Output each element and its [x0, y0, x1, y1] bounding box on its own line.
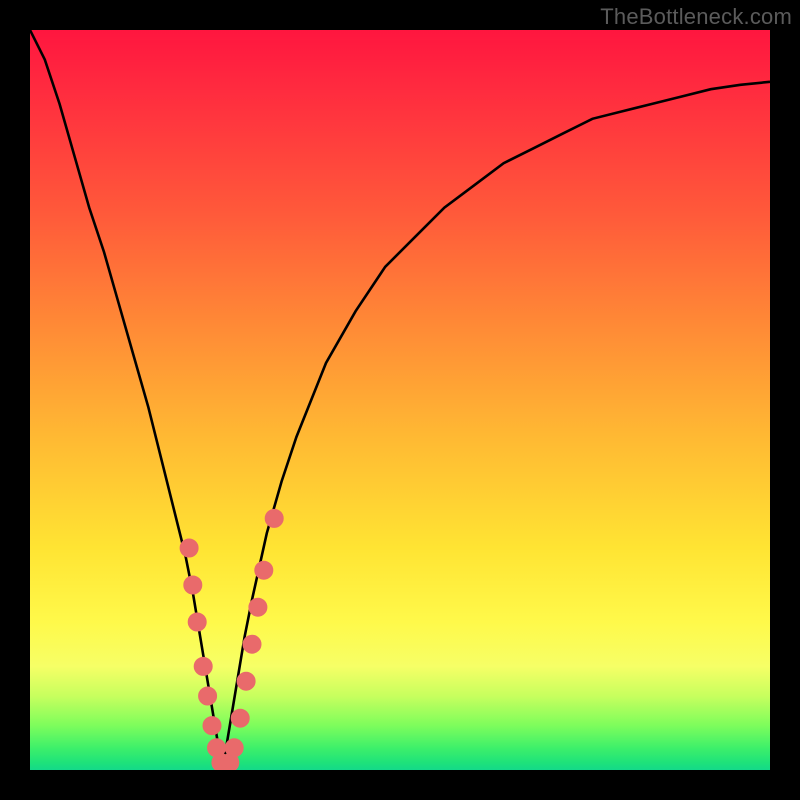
curve-marker: [249, 598, 267, 616]
watermark-text: TheBottleneck.com: [600, 4, 792, 30]
curve-marker: [231, 709, 249, 727]
v-curve-path: [30, 30, 770, 770]
gradient-plot-area: [30, 30, 770, 770]
curve-marker: [255, 561, 273, 579]
curve-marker: [184, 576, 202, 594]
curve-marker: [199, 687, 217, 705]
bottleneck-curve: [30, 30, 770, 770]
curve-marker: [265, 509, 283, 527]
curve-markers: [180, 509, 283, 770]
chart-frame: TheBottleneck.com: [0, 0, 800, 800]
curve-marker: [180, 539, 198, 557]
curve-marker: [243, 635, 261, 653]
curve-marker: [188, 613, 206, 631]
curve-marker: [237, 672, 255, 690]
curve-marker: [194, 657, 212, 675]
curve-marker: [203, 717, 221, 735]
curve-marker: [225, 739, 243, 757]
